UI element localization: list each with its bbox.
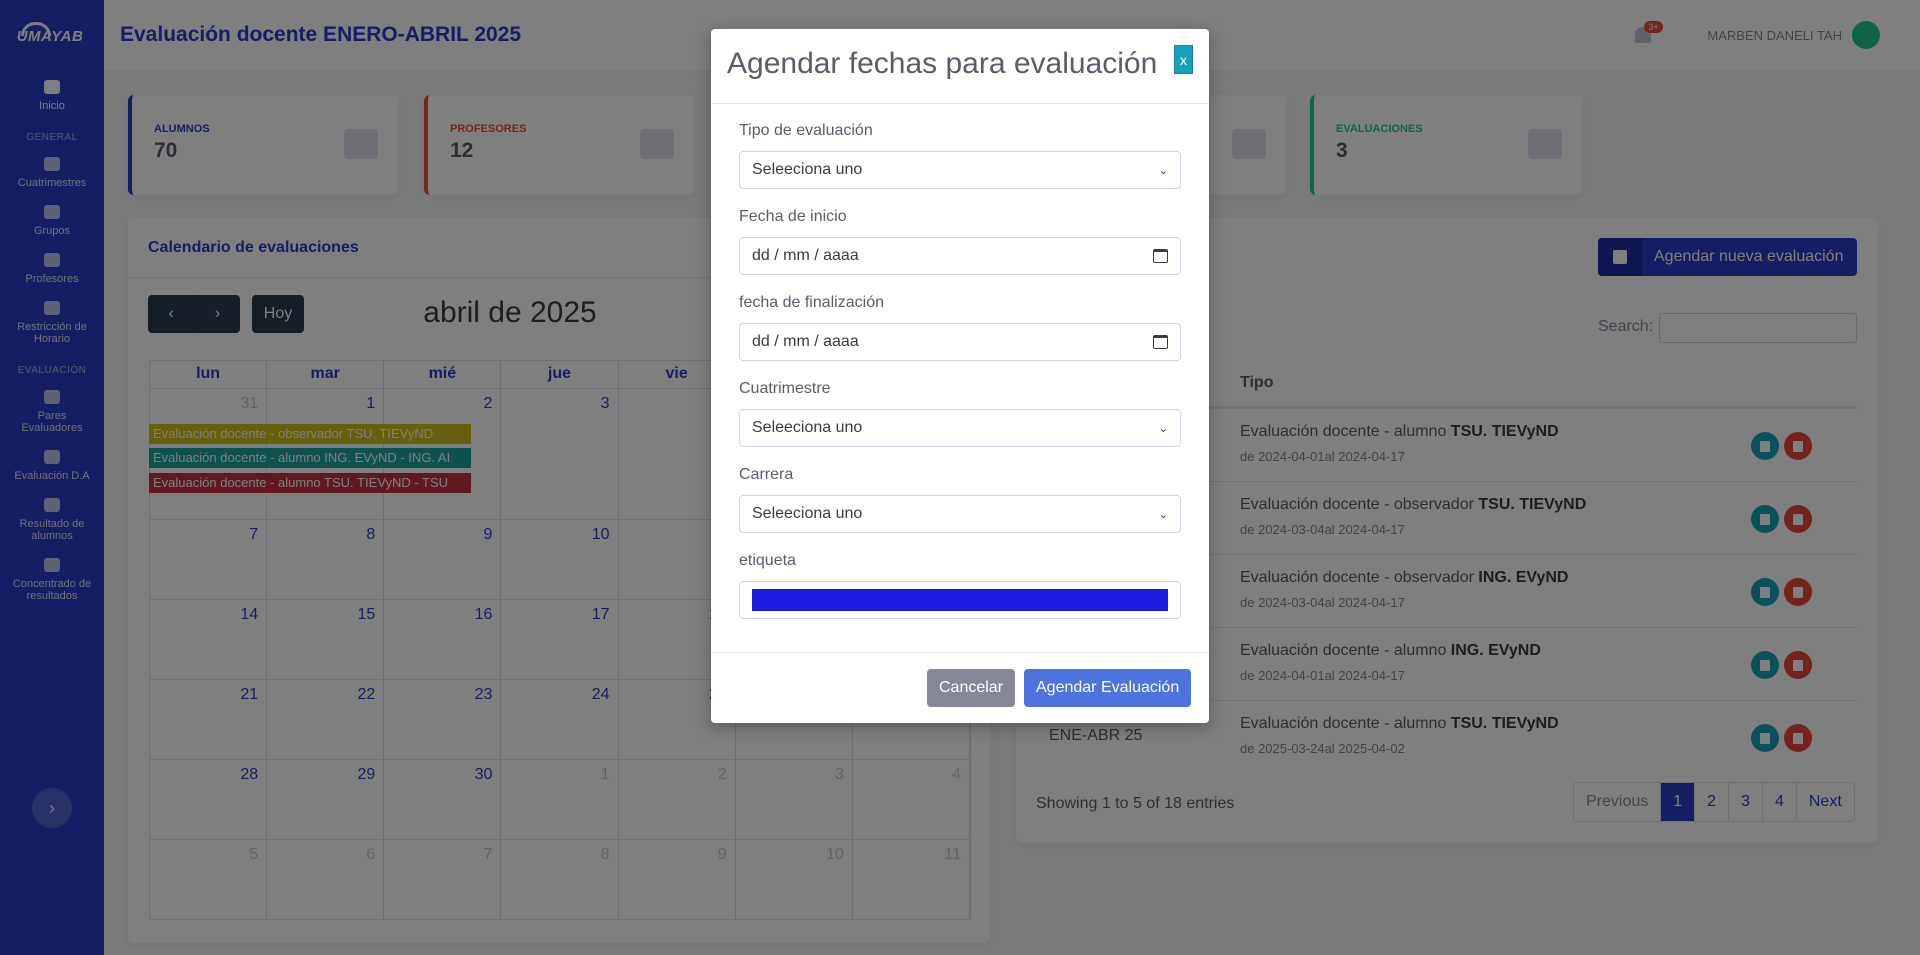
- modal-header: Agendar fechas para evaluación x: [711, 29, 1209, 104]
- start-date-value: dd / mm / aaaa: [752, 247, 859, 264]
- chevron-down-icon: ⌄: [1158, 508, 1168, 521]
- schedule-evaluation-button[interactable]: Agendar Evaluación: [1024, 669, 1192, 707]
- inicio-label: Fecha de inicio: [739, 208, 847, 225]
- modal-footer: Cancelar Agendar Evaluación: [711, 652, 1209, 723]
- start-date-input[interactable]: dd / mm / aaaa: [739, 237, 1181, 275]
- carrera-select-value: Seleeciona uno: [752, 505, 863, 522]
- carrera-select[interactable]: Seleeciona uno ⌄: [739, 495, 1181, 533]
- end-date-input[interactable]: dd / mm / aaaa: [739, 323, 1181, 361]
- carrera-label: Carrera: [739, 466, 794, 483]
- calendar-icon[interactable]: [1153, 335, 1168, 349]
- end-date-value: dd / mm / aaaa: [752, 333, 859, 350]
- chevron-down-icon: ⌄: [1158, 422, 1168, 435]
- color-input[interactable]: [739, 581, 1181, 619]
- cancel-button[interactable]: Cancelar: [927, 669, 1016, 707]
- etiqueta-label: etiqueta: [739, 552, 796, 569]
- chevron-down-icon: ⌄: [1158, 164, 1168, 177]
- tipo-select[interactable]: Seleeciona uno ⌄: [739, 151, 1181, 189]
- tipo-label: Tipo de evaluación: [739, 122, 873, 139]
- tipo-select-value: Seleeciona uno: [752, 161, 863, 178]
- calendar-icon[interactable]: [1153, 249, 1168, 263]
- modal-title: Agendar fechas para evaluación: [727, 47, 1158, 80]
- cuatrimestre-select-value: Seleeciona uno: [752, 419, 863, 436]
- fin-label: fecha de finalización: [739, 294, 884, 311]
- schedule-evaluation-modal: Agendar fechas para evaluación x Tipo de…: [711, 29, 1209, 723]
- close-button[interactable]: x: [1174, 45, 1193, 74]
- cuatrimestre-select[interactable]: Seleeciona uno ⌄: [739, 409, 1181, 447]
- color-swatch: [752, 589, 1168, 611]
- cuatrimestre-label: Cuatrimestre: [739, 380, 831, 397]
